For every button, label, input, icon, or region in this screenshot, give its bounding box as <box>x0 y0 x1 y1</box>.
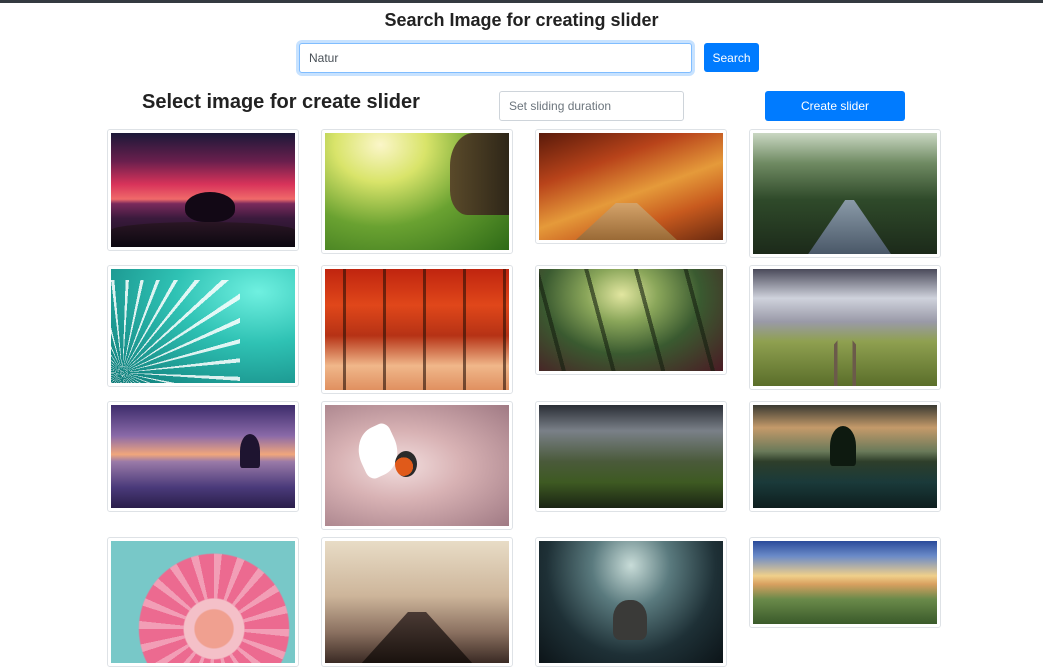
image-thumbnail <box>539 269 723 371</box>
image-thumbnail <box>753 405 937 508</box>
gallery-item-sky-valley[interactable] <box>749 537 941 628</box>
image-thumbnail <box>111 541 295 663</box>
image-thumbnail <box>539 133 723 240</box>
image-thumbnail <box>111 133 295 247</box>
image-thumbnail <box>111 269 295 383</box>
image-thumbnail <box>753 269 937 386</box>
image-thumbnail <box>539 541 723 663</box>
gallery-item-foggy-pier[interactable] <box>321 537 513 667</box>
image-thumbnail <box>753 133 937 254</box>
gallery-item-dandelion[interactable] <box>107 265 299 387</box>
gallery-item-forest-road[interactable] <box>749 129 941 258</box>
gallery-item-autumn-path[interactable] <box>535 129 727 244</box>
duration-input[interactable] <box>499 91 684 121</box>
gallery-item-purple-lake[interactable] <box>107 401 299 512</box>
gallery-item-elephant[interactable] <box>535 537 727 667</box>
image-thumbnail <box>753 541 937 624</box>
gallery-item-sunset-tree[interactable] <box>107 129 299 251</box>
image-thumbnail <box>325 541 509 663</box>
gallery-item-autumn-forest[interactable] <box>321 265 513 394</box>
section-title: Select image for create slider <box>142 91 420 113</box>
search-button[interactable]: Search <box>704 43 759 72</box>
gallery-item-dark-hills[interactable] <box>535 401 727 512</box>
image-thumbnail <box>111 405 295 508</box>
image-thumbnail <box>325 133 509 250</box>
gallery-item-meadow[interactable] <box>321 129 513 254</box>
gallery-item-pink-flower[interactable] <box>107 537 299 667</box>
page-title: Search Image for creating slider <box>384 10 659 30</box>
image-thumbnail <box>539 405 723 508</box>
search-input[interactable] <box>299 43 692 73</box>
gallery-item-mountain-lake[interactable] <box>749 401 941 512</box>
create-slider-button[interactable]: Create slider <box>765 91 905 121</box>
gallery-item-bird[interactable] <box>321 401 513 530</box>
gallery-item-misty-forest[interactable] <box>535 265 727 375</box>
gallery-item-railway[interactable] <box>749 265 941 390</box>
image-thumbnail <box>325 269 509 390</box>
image-thumbnail <box>325 405 509 526</box>
